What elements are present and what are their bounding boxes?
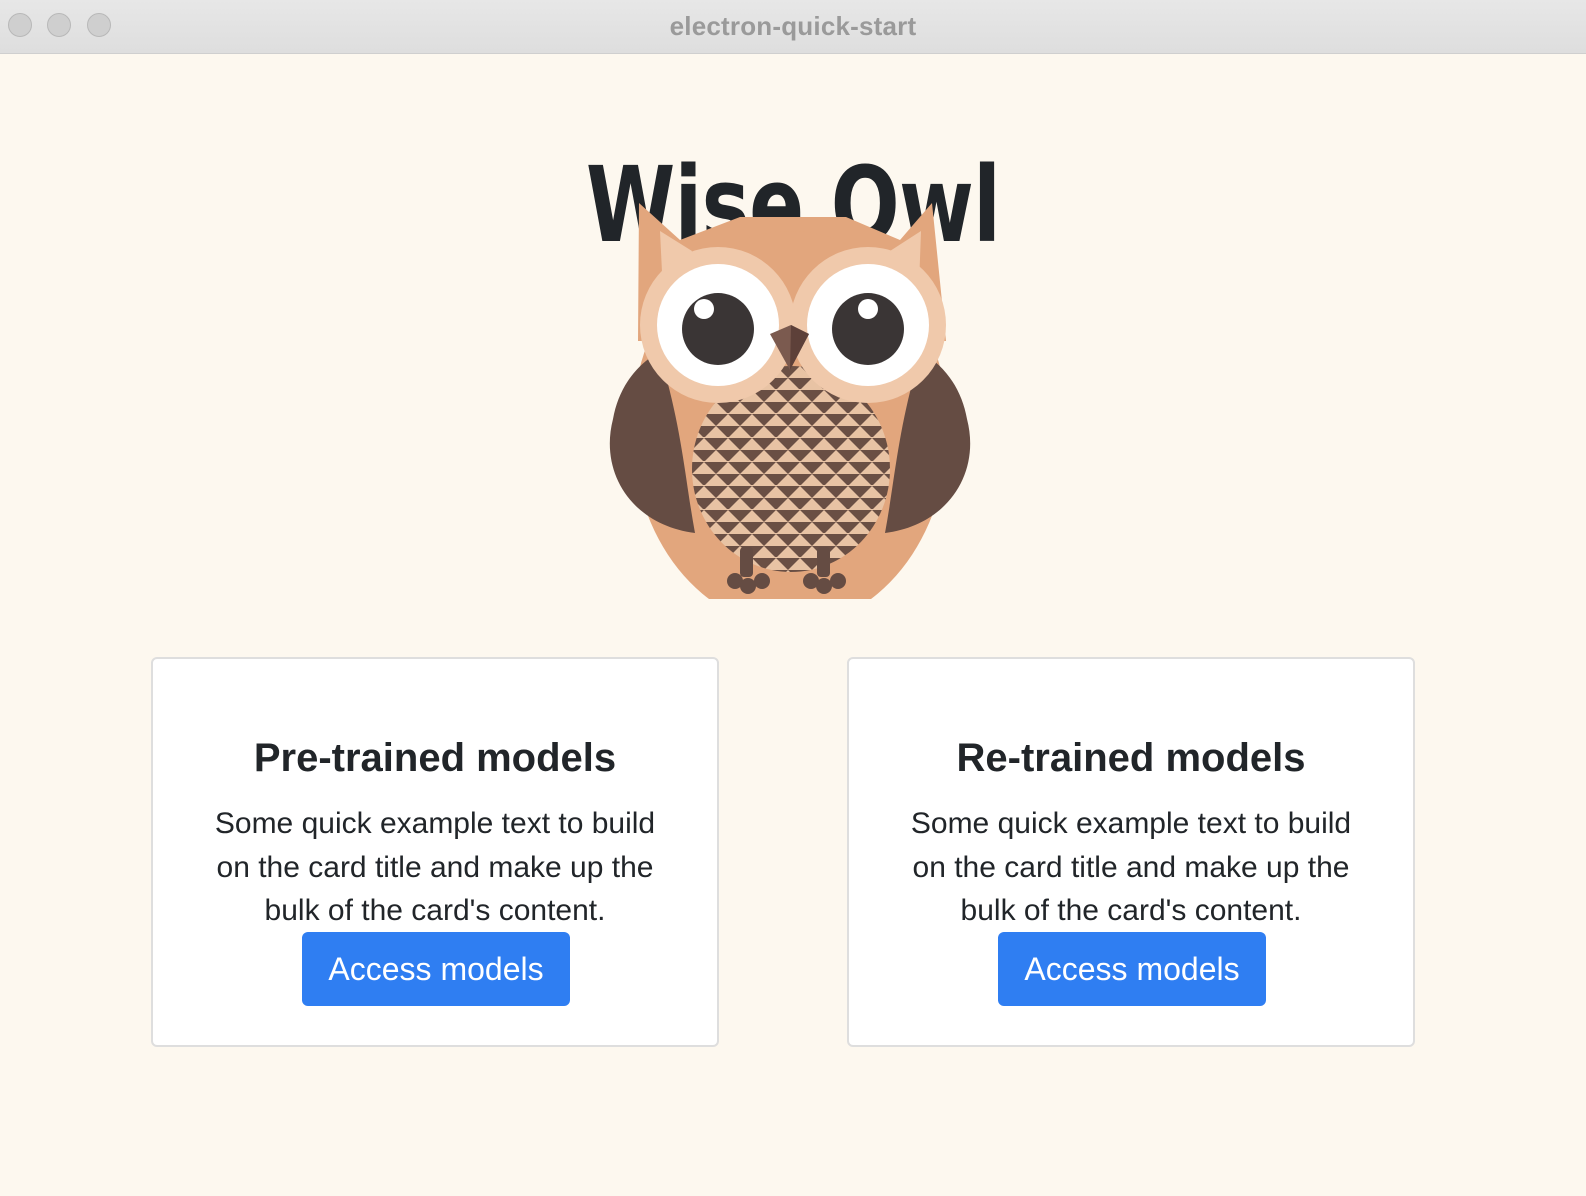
retrained-models-card: Re-trained models Some quick example tex…: [847, 657, 1415, 1047]
app-window: electron-quick-start Wise Owl Pre-traine…: [0, 0, 1586, 1196]
owl-icon: [609, 203, 971, 599]
access-pretrained-models-button[interactable]: Access models: [302, 932, 570, 1006]
window-title: electron-quick-start: [669, 11, 917, 41]
main-content: Wise Owl Pre-trained models Some quick e…: [0, 55, 1586, 1196]
pretrained-models-card: Pre-trained models Some quick example te…: [151, 657, 719, 1047]
card-description: Some quick example text to build on the …: [214, 807, 656, 927]
card-description: Some quick example text to build on the …: [910, 807, 1352, 927]
card-title: Re-trained models: [956, 736, 1306, 781]
card-title: Pre-trained models: [253, 736, 617, 781]
access-retrained-models-button[interactable]: Access models: [998, 932, 1266, 1006]
window-titlebar: electron-quick-start: [0, 0, 1586, 54]
